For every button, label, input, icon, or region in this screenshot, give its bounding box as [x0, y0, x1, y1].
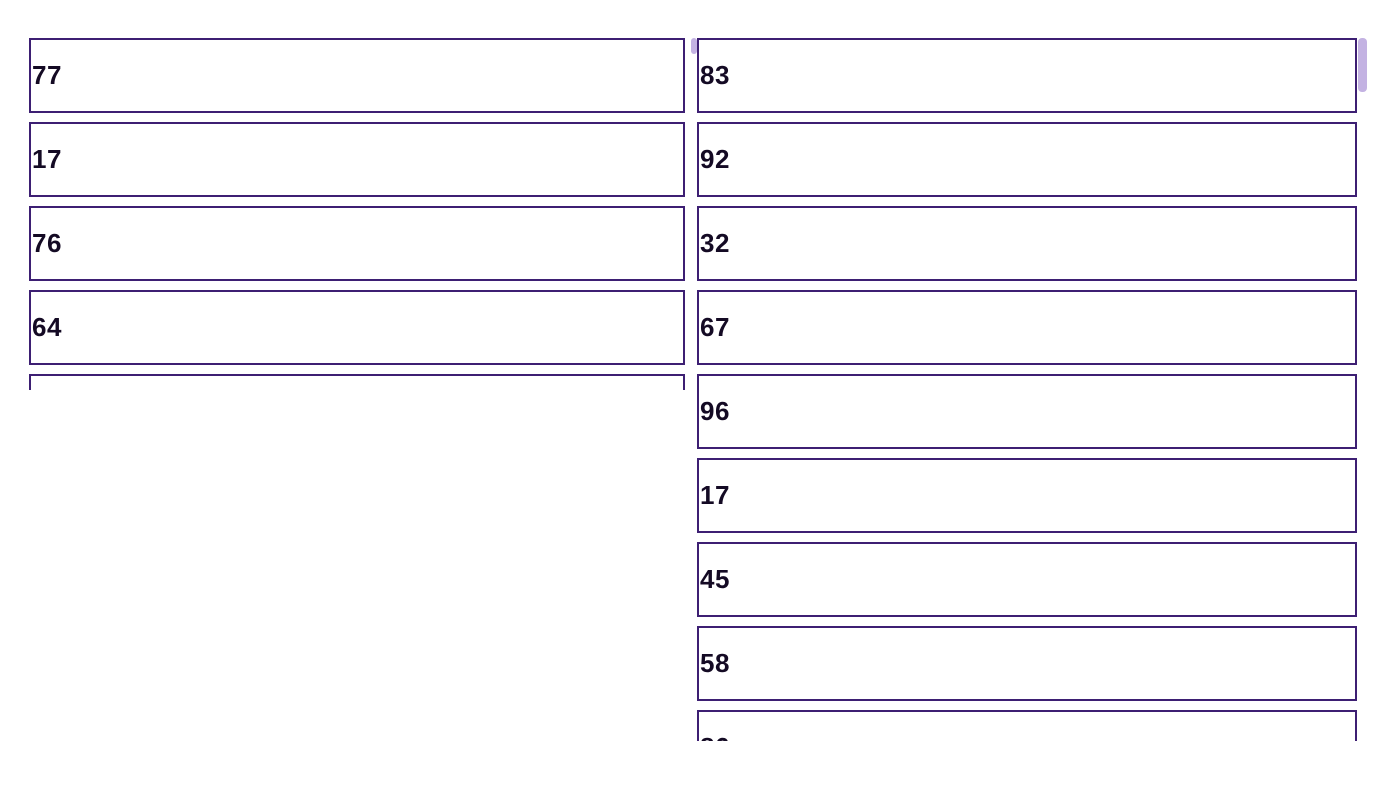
item-value: 92 [700, 144, 730, 174]
list-item[interactable]: 45 [697, 542, 1357, 617]
list-item[interactable]: 67 [697, 290, 1357, 365]
list-item[interactable]: 83 [697, 38, 1357, 113]
list-item[interactable]: 77 [29, 38, 685, 113]
right-list-panel[interactable]: 83 92 32 67 96 17 45 58 86 [697, 38, 1369, 741]
list-item[interactable]: 17 [29, 122, 685, 197]
list-item[interactable] [29, 374, 685, 390]
list-item[interactable]: 32 [697, 206, 1357, 281]
list-item[interactable]: 58 [697, 626, 1357, 701]
item-value: 64 [32, 312, 62, 342]
left-list-panel[interactable]: 77 17 76 64 [29, 38, 699, 390]
item-value: 17 [32, 144, 62, 174]
right-list: 83 92 32 67 96 17 45 58 86 [697, 38, 1357, 741]
list-item[interactable]: 96 [697, 374, 1357, 449]
item-value: 83 [700, 60, 730, 90]
item-value: 76 [32, 228, 62, 258]
list-item[interactable]: 17 [697, 458, 1357, 533]
item-value: 67 [700, 312, 730, 342]
list-item[interactable]: 92 [697, 122, 1357, 197]
left-list: 77 17 76 64 [29, 38, 685, 390]
item-value: 45 [700, 564, 730, 594]
list-item[interactable]: 76 [29, 206, 685, 281]
item-value: 32 [700, 228, 730, 258]
list-item[interactable]: 64 [29, 290, 685, 365]
item-value: 58 [700, 648, 730, 678]
item-value: 77 [32, 60, 62, 90]
right-list-scrollbar-thumb[interactable] [1358, 38, 1367, 92]
item-value: 96 [700, 396, 730, 426]
item-value: 86 [700, 732, 730, 741]
list-item[interactable]: 86 [697, 710, 1357, 741]
item-value: 17 [700, 480, 730, 510]
